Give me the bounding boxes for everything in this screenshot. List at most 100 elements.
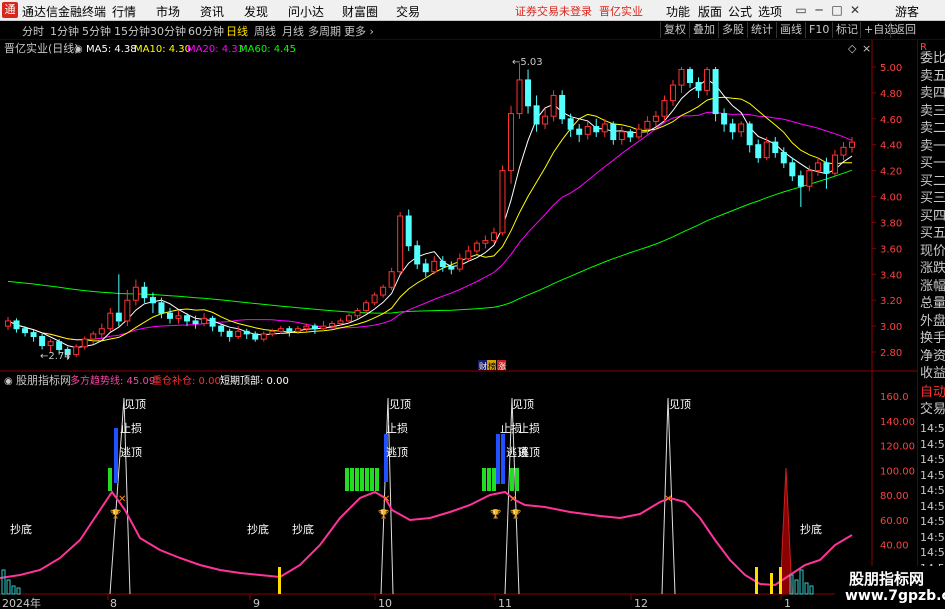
tab-60min[interactable]: 60分钟 xyxy=(188,23,224,39)
svg-text:止损: 止损 xyxy=(120,421,142,435)
candle-down xyxy=(593,126,600,133)
side-item-11[interactable]: 现价 xyxy=(920,243,945,261)
svg-text:止损: 止损 xyxy=(386,421,408,435)
auto-trade-2[interactable]: 交易 xyxy=(920,401,945,419)
tab-zhouxian[interactable]: 周线 xyxy=(254,23,276,39)
candle-up xyxy=(98,328,105,335)
side-item-13[interactable]: 涨幅 xyxy=(920,278,945,296)
price-tick-label: 3.40 xyxy=(880,270,902,281)
tab-duozhouqi[interactable]: 多周期 xyxy=(308,23,341,39)
huaxian-button[interactable]: 画线 xyxy=(776,22,805,38)
side-item-12[interactable]: 涨跌 xyxy=(920,260,945,278)
menu-gongneng[interactable]: 功能 xyxy=(666,3,690,20)
candle-up xyxy=(550,94,557,117)
candle-up xyxy=(175,315,182,319)
candle-down xyxy=(414,245,421,265)
biaoji-button[interactable]: 标记 xyxy=(832,22,861,38)
side-item-4[interactable]: 卖二 xyxy=(920,120,945,138)
side-item-8[interactable]: 买三 xyxy=(920,190,945,208)
side-item-14[interactable]: 总量 xyxy=(920,295,945,313)
svg-text:✕: ✕ xyxy=(509,494,517,505)
diamond-icon[interactable]: ◇ xyxy=(848,42,857,55)
menu-gongshi[interactable]: 公式 xyxy=(728,3,752,20)
indicator-tick-label: 140.00 xyxy=(880,417,915,428)
kline-chart[interactable]: 晋亿实业(日线) ◉ MA5: 4.38 MA10: 4.30 MA20: 4.… xyxy=(0,40,917,609)
candle-down xyxy=(209,317,216,327)
blue-bar-4 xyxy=(501,434,505,484)
minimize-icon[interactable]: ─ xyxy=(812,3,826,17)
candle-down xyxy=(695,82,702,91)
side-item-9[interactable]: 买四 xyxy=(920,208,945,226)
tab-yuexian[interactable]: 月线 xyxy=(282,23,304,39)
side-item-10[interactable]: 买五 xyxy=(920,225,945,243)
auto-trade-1[interactable]: 自动 xyxy=(920,384,945,402)
tab-30min[interactable]: 30分钟 xyxy=(150,23,186,39)
candle-down xyxy=(422,263,429,273)
candle-down xyxy=(772,141,779,153)
candle-up xyxy=(337,320,344,325)
side-item-7[interactable]: 买二 xyxy=(920,173,945,191)
menu-xuanxiang[interactable]: 选项 xyxy=(758,3,782,20)
candle-up xyxy=(303,325,310,330)
candle-down xyxy=(823,162,830,174)
cup-icon: 🏆 xyxy=(378,508,389,520)
tick-time-3: 14:56 xyxy=(920,468,945,482)
duogu-button[interactable]: 多股 xyxy=(718,22,747,38)
tick-time-4: 14:56 xyxy=(920,484,945,497)
login-status[interactable]: 证券交易未登录 晋亿实业 xyxy=(515,3,643,19)
side-item-16[interactable]: 换手 xyxy=(920,330,945,348)
menu-zixun[interactable]: 资讯 xyxy=(200,3,224,20)
side-item-0[interactable]: 委比 xyxy=(920,50,945,68)
svg-text:抄底: 抄底 xyxy=(247,522,269,536)
fuquan-button[interactable]: 复权 xyxy=(660,22,689,38)
tongji-button[interactable]: 统计 xyxy=(747,22,776,38)
close-pane-icon[interactable]: × xyxy=(862,42,871,55)
tab-rixian[interactable]: 日线 xyxy=(226,23,248,39)
side-item-15[interactable]: 外盘 xyxy=(920,313,945,331)
settings-circle-icon[interactable]: ◉ xyxy=(74,44,83,55)
candle-down xyxy=(115,312,122,322)
side-item-1[interactable]: 卖五 xyxy=(920,68,945,86)
close-icon[interactable]: ✕ xyxy=(848,3,862,17)
menu-hangqing[interactable]: 行情 xyxy=(112,3,136,20)
indicator-tick-label: 80.00 xyxy=(880,491,909,502)
menu-shichang[interactable]: 市场 xyxy=(156,3,180,20)
menu-caifuquan[interactable]: 财富圈 xyxy=(342,3,378,20)
tab-15min[interactable]: 15分钟 xyxy=(114,23,150,39)
side-item-18[interactable]: 收益 xyxy=(920,365,945,383)
tab-fenshi[interactable]: 分时 xyxy=(22,23,44,39)
side-item-2[interactable]: 卖四 xyxy=(920,85,945,103)
candle-down xyxy=(721,113,728,125)
menu-faxian[interactable]: 发现 xyxy=(244,3,268,20)
maximize-icon[interactable]: □ xyxy=(830,3,844,17)
guest-label[interactable]: 游客 xyxy=(895,3,919,20)
diejia-button[interactable]: 叠加 xyxy=(689,22,718,38)
candle-down xyxy=(610,123,617,141)
candle-up xyxy=(260,333,267,340)
tab-1min[interactable]: 1分钟 xyxy=(50,23,79,39)
back-button[interactable]: 返回 xyxy=(890,22,919,38)
side-item-17[interactable]: 净资 xyxy=(920,348,945,366)
candle-up xyxy=(482,240,489,244)
candle-down xyxy=(141,286,148,299)
menu-jiaoyi[interactable]: 交易 xyxy=(396,3,420,20)
menu-wenxiaoda[interactable]: 问小达 xyxy=(288,3,324,20)
menu-banmian[interactable]: 版面 xyxy=(698,3,722,20)
indicator-settings-icon[interactable]: ◉ xyxy=(4,376,13,387)
tick-time-7: 14:56 xyxy=(920,530,945,544)
side-item-6[interactable]: 买一 xyxy=(920,155,945,173)
candle-up xyxy=(465,250,472,260)
tab-5min[interactable]: 5分钟 xyxy=(82,23,111,39)
tab-gengduo[interactable]: 更多 › xyxy=(344,23,374,39)
duofang-label: 多方趋势线: 45.09 xyxy=(70,374,155,387)
candle-down xyxy=(286,328,293,332)
candle-up xyxy=(618,131,625,141)
price-tick-label: 3.20 xyxy=(880,296,902,307)
side-item-3[interactable]: 卖三 xyxy=(920,103,945,121)
indicator-tick-label: 120.00 xyxy=(880,442,915,453)
candle-down xyxy=(166,312,173,319)
f10-button[interactable]: F10 xyxy=(805,22,832,38)
side-item-5[interactable]: 卖一 xyxy=(920,138,945,156)
skin-icon[interactable]: ▭ xyxy=(794,3,808,17)
svg-text:1: 1 xyxy=(784,597,791,609)
